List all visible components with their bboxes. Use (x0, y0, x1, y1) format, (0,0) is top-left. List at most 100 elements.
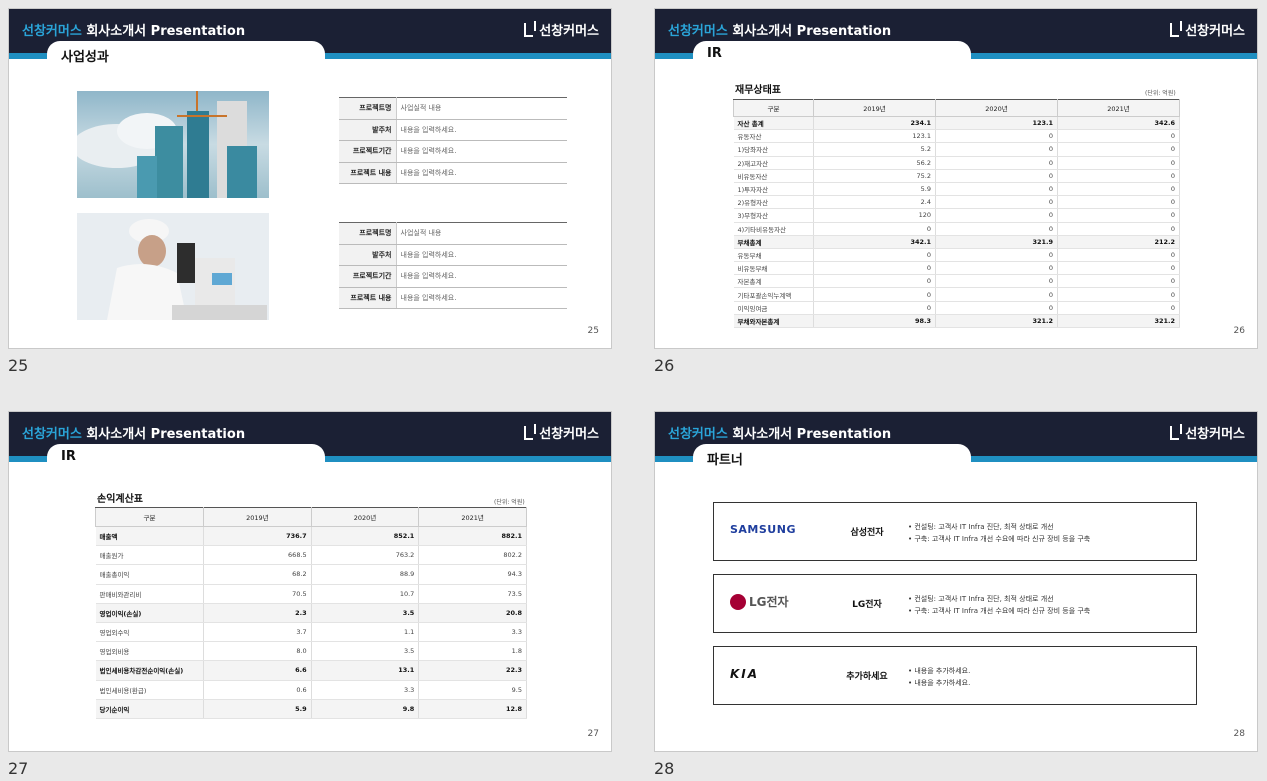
page-number: 25 (587, 326, 599, 336)
partner-card-samsung: SAMSUNG 삼성전자 컨설팅: 고객사 IT Infra 진단, 최적 상태… (713, 502, 1197, 561)
table-row: 기타포괄손익누계액 0 0 0 (733, 287, 1180, 302)
logo-mark-icon (524, 20, 537, 37)
table-row: 자산 총계 234.1 123.1 342.6 (733, 116, 1180, 131)
row-label: 3)무형자산 (733, 208, 814, 223)
table-cell: 0 (935, 287, 1058, 302)
table-cell: 3.7 (203, 622, 312, 643)
slide-28[interactable]: 선창커머스 회사소개서 Presentation 선창커머스 파트너 SAMSU… (654, 411, 1258, 752)
table-row: 비유동자산 75.2 0 0 (733, 169, 1180, 183)
table-cell: 0 (935, 156, 1058, 170)
table-cell: 0 (1057, 222, 1180, 236)
column-header: 2019년 (813, 99, 936, 117)
table-cell: 0 (813, 274, 936, 289)
slide-thumbnail-28[interactable]: 선창커머스 회사소개서 Presentation 선창커머스 파트너 SAMSU… (654, 411, 1258, 778)
table-row: 자본총계 0 0 0 (733, 274, 1180, 289)
table-cell: 0 (1057, 261, 1180, 276)
table-cell: 0 (1057, 129, 1180, 144)
table-cell: 75.2 (813, 169, 936, 183)
slide-thumbnail-25[interactable]: 선창커머스 회사소개서 Presentation 선창커머스 사업성과 프로젝트… (8, 8, 612, 375)
row-label: 자산 총계 (733, 116, 814, 131)
table-cell: 13.1 (311, 660, 420, 681)
table-row: 2)유형자산 2.4 0 0 (733, 195, 1180, 210)
company-logo: 선창커머스 (1170, 20, 1245, 39)
table-row: 법인세비용(환급) 0.6 3.3 9.5 (95, 680, 527, 700)
table-cell: 0 (935, 248, 1058, 263)
table-cell: 123.1 (813, 129, 936, 144)
table-cell: 0 (935, 261, 1058, 276)
partner-card-kia: KIA 추가하세요 내용을 추가하세요. 내용을 추가하세요. (713, 646, 1197, 705)
section-title: IR (707, 46, 722, 61)
company-logo: 선창커머스 (524, 20, 599, 39)
table-row: 1)당좌자산 5.2 0 0 (733, 142, 1180, 157)
partner-name: 삼성전자 (850, 528, 884, 538)
table-cell: 1.8 (418, 641, 527, 662)
table-cell: 123.1 (935, 116, 1058, 131)
slide-number-label: 26 (654, 356, 675, 375)
table-cell: 0 (813, 222, 936, 236)
table-row: 당기순이익 5.9 9.8 12.8 (95, 699, 527, 719)
table-cell: 88.9 (311, 564, 420, 585)
table-cell: 0 (935, 274, 1058, 289)
table-cell: 5.9 (203, 699, 312, 719)
company-logo: 선창커머스 (524, 423, 599, 442)
table-cell: 56.2 (813, 156, 936, 170)
table-cell: 0 (935, 129, 1058, 144)
table-cell: 98.3 (813, 314, 936, 329)
table-cell: 1.1 (311, 622, 420, 643)
table-cell: 3.3 (311, 680, 420, 700)
table-cell: 3.5 (311, 641, 420, 662)
project-info-table-1: 프로젝트명 사업실적 내용 발주처 내용을 입력하세요. 프로젝트기간 내용을 입력하… (339, 97, 567, 184)
table-cell: 5.9 (813, 182, 936, 197)
slide-thumbnail-27[interactable]: 선창커머스 회사소개서 Presentation 선창커머스 IR 손익계산표 … (8, 411, 612, 778)
slide-25[interactable]: 선창커머스 회사소개서 Presentation 선창커머스 사업성과 프로젝트… (8, 8, 612, 349)
company-logo: 선창커머스 (1170, 423, 1245, 442)
slide-26[interactable]: 선창커머스 회사소개서 Presentation 선창커머스 IR 재무상태표 … (654, 8, 1258, 349)
row-label: 2)유형자산 (733, 195, 814, 210)
row-label: 판매비와관리비 (95, 584, 204, 604)
logo-mark-icon (1170, 20, 1183, 37)
table-cell: 0 (813, 301, 936, 315)
row-label: 매출원가 (95, 545, 204, 566)
table-row: 비유동부채 0 0 0 (733, 261, 1180, 276)
table-cell: 668.5 (203, 545, 312, 566)
income-statement-table: 구분 2019년 2020년 2021년 매출액 736.7 852.1 882.1 매출원가 6… (95, 507, 527, 719)
project-info-table-2: 프로젝트명 사업실적 내용 발주처 내용을 입력하세요. 프로젝트기간 내용을 입력하… (339, 222, 567, 309)
column-header: 구분 (95, 507, 204, 527)
table-cell: 0 (935, 182, 1058, 197)
table-cell: 321.2 (1057, 314, 1180, 329)
table-cell: 0 (1057, 248, 1180, 263)
table-row: 매출액 736.7 852.1 882.1 (95, 526, 527, 547)
slide-thumbnail-26[interactable]: 선창커머스 회사소개서 Presentation 선창커머스 IR 재무상태표 … (654, 8, 1258, 375)
logo-mark-icon (524, 423, 537, 440)
row-label: 1)투자자산 (733, 182, 814, 197)
row-label: 매출총이익 (95, 564, 204, 585)
table-unit: (단위: 억원) (1145, 90, 1176, 97)
header-title: 선창커머스 회사소개서 Presentation (22, 24, 246, 39)
table-row: 매출총이익 68.2 88.9 94.3 (95, 564, 527, 585)
table-cell: 342.1 (813, 235, 936, 249)
table-row: 이익잉여금 0 0 0 (733, 301, 1180, 315)
table-row: 영업이익(손실) 2.3 3.5 20.8 (95, 603, 527, 623)
column-header: 구분 (733, 99, 814, 117)
table-cell: 321.2 (935, 314, 1058, 329)
table-cell: 0 (935, 301, 1058, 315)
row-label: 이익잉여금 (733, 301, 814, 315)
row-label: 유동자산 (733, 129, 814, 144)
kia-logo: KIA (730, 667, 760, 681)
table-cell: 94.3 (418, 564, 527, 585)
section-tab (693, 41, 971, 65)
table-row: 1)투자자산 5.9 0 0 (733, 182, 1180, 197)
table-row: 영업외수익 3.7 1.1 3.3 (95, 622, 527, 643)
table-cell: 12.8 (418, 699, 527, 719)
row-label: 기타포괄손익누계액 (733, 287, 814, 302)
table-row: 4)기타비유동자산 0 0 0 (733, 222, 1180, 236)
table-row: 법인세비용차감전순이익(손실) 6.6 13.1 22.3 (95, 660, 527, 681)
row-label: 비유동자산 (733, 169, 814, 183)
row-label: 법인세비용차감전순이익(손실) (95, 660, 204, 681)
table-cell: 9.8 (311, 699, 420, 719)
table-cell: 0 (1057, 169, 1180, 183)
slide-27[interactable]: 선창커머스 회사소개서 Presentation 선창커머스 IR 손익계산표 … (8, 411, 612, 752)
row-label: 부채와자본총계 (733, 314, 814, 329)
table-cell: 10.7 (311, 584, 420, 604)
table-cell: 70.5 (203, 584, 312, 604)
